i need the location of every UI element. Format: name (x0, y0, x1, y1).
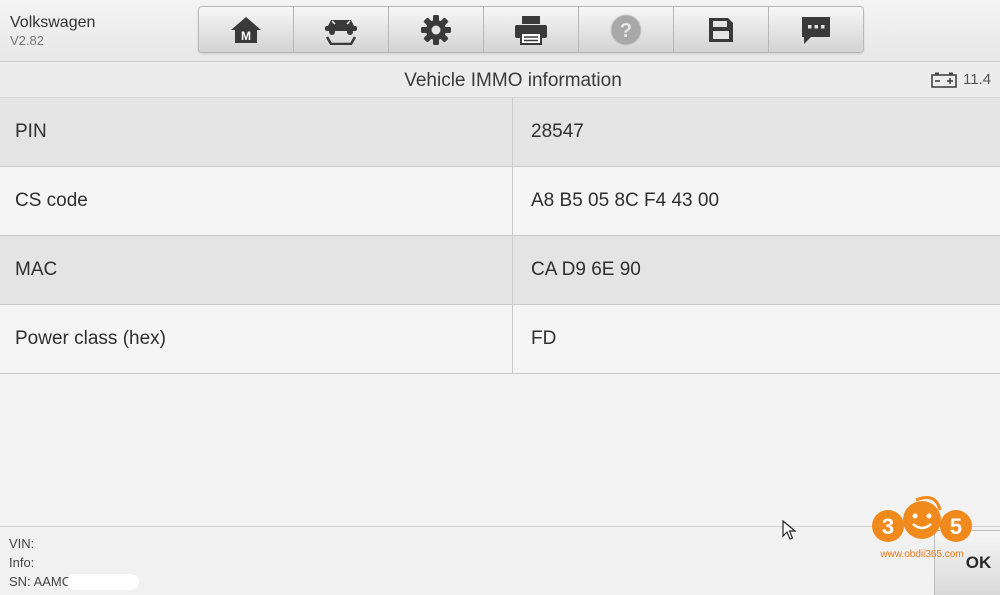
message-icon (802, 16, 830, 44)
table-row: Power class (hex) FD (0, 305, 1000, 374)
settings-button[interactable] (389, 7, 484, 52)
row-label: Power class (hex) (0, 305, 513, 373)
vehicle-swap-icon (325, 19, 357, 45)
battery-icon (931, 72, 957, 88)
table-row: MAC CA D9 6E 90 (0, 236, 1000, 305)
svg-text:?: ? (620, 20, 632, 42)
help-button[interactable]: ? (579, 7, 674, 52)
feedback-button[interactable] (769, 7, 863, 52)
vehicle-swap-button[interactable] (294, 7, 389, 52)
printer-icon (515, 15, 547, 45)
battery-status: 11.4 (931, 71, 991, 88)
save-button[interactable] (674, 7, 769, 52)
watermark-url: www.obdii365.com (880, 549, 964, 560)
toolbar: M ? (198, 6, 864, 53)
row-label: MAC (0, 236, 513, 304)
watermark-digit-3: 3 (882, 514, 894, 539)
obdii365-watermark: 3 5 www.obdii365.com (866, 496, 978, 564)
title-bar: Vehicle IMMO information 11.4 (0, 62, 1000, 98)
mouse-cursor-icon (782, 520, 796, 540)
table-row: CS code A8 B5 05 8C F4 43 00 (0, 167, 1000, 236)
print-button[interactable] (484, 7, 579, 52)
row-label: PIN (0, 98, 513, 166)
row-value: CA D9 6E 90 (531, 259, 641, 280)
row-value: 28547 (531, 121, 584, 142)
page-title: Vehicle IMMO information (404, 70, 622, 91)
table-row: PIN 28547 (0, 98, 1000, 167)
help-icon: ? (610, 14, 642, 45)
save-icon (709, 17, 733, 42)
watermark-digit-5: 5 (950, 514, 962, 539)
battery-voltage: 11.4 (963, 71, 992, 88)
home-icon: M (231, 16, 261, 43)
home-icon-label: M (241, 29, 251, 43)
redaction-mask (67, 574, 139, 590)
row-label: CS code (0, 167, 513, 235)
serial-number: SN: AAMC (9, 574, 72, 589)
immo-info-table: PIN 28547 CS code A8 B5 05 8C F4 43 00 M… (0, 98, 1000, 374)
app-name: Volkswagen (10, 14, 96, 31)
status-footer: VIN: Info: SN: AAMC (0, 526, 1000, 595)
info-label: Info: (9, 555, 35, 570)
row-value: A8 B5 05 8C F4 43 00 (531, 190, 720, 211)
vin-label: VIN: (9, 536, 35, 551)
row-value: FD (531, 328, 557, 349)
gear-icon (421, 14, 451, 45)
app-version: V2.82 (10, 33, 44, 48)
home-button[interactable]: M (199, 7, 294, 52)
top-bar: Volkswagen V2.82 M ? (0, 0, 1000, 62)
watermark-logo: 3 5 (872, 496, 972, 542)
